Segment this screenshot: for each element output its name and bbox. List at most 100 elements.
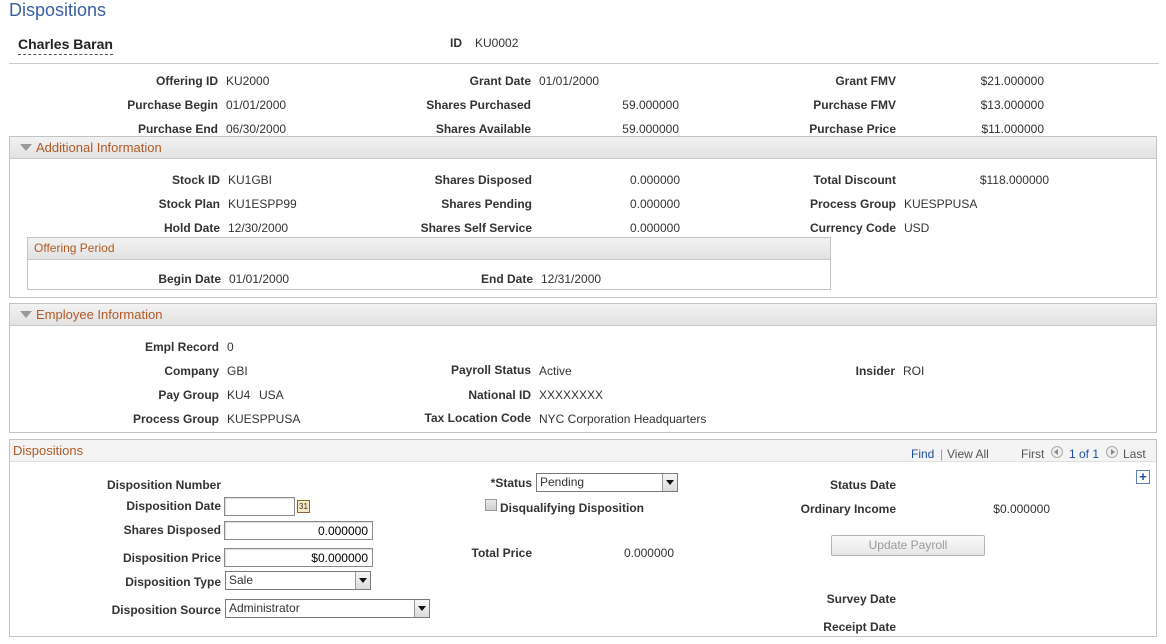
employee-process-group-value: KUESPPUSA bbox=[227, 412, 301, 426]
company-value: GBI bbox=[227, 364, 248, 378]
shares-purchased-label: Shares Purchased bbox=[426, 98, 531, 112]
grant-date-label: Grant Date bbox=[469, 74, 531, 88]
tax-location-label: Tax Location Code bbox=[424, 411, 531, 425]
header-divider bbox=[9, 63, 1159, 64]
stock-plan-value: KU1ESPP99 bbox=[228, 197, 297, 211]
purchase-price-value: $11.000000 bbox=[981, 122, 1044, 136]
purchase-begin-label: Purchase Begin bbox=[127, 98, 218, 112]
total-price-value: 0.000000 bbox=[623, 546, 674, 560]
process-group-label: Process Group bbox=[809, 197, 896, 211]
disposition-type-value: Sale bbox=[229, 573, 254, 587]
insider-label: Insider bbox=[855, 364, 895, 378]
chevron-down-icon[interactable] bbox=[355, 572, 370, 589]
purchase-begin-value: 01/01/2000 bbox=[226, 98, 287, 112]
total-discount-label: Total Discount bbox=[813, 173, 896, 187]
previous-icon[interactable] bbox=[1051, 446, 1063, 458]
shares-available-value: 59.000000 bbox=[622, 122, 679, 136]
empl-record-value: 0 bbox=[227, 340, 234, 354]
additional-information-header[interactable]: Additional Information bbox=[10, 137, 1156, 159]
purchase-price-label: Purchase Price bbox=[809, 122, 896, 136]
plus-icon[interactable]: + bbox=[1136, 470, 1150, 484]
purchase-fmv-label: Purchase FMV bbox=[813, 98, 896, 112]
status-value: Pending bbox=[540, 475, 585, 489]
offering-period-header: Offering Period bbox=[28, 238, 830, 260]
page-title: Dispositions bbox=[9, 0, 107, 20]
employee-process-group-label: Process Group bbox=[132, 412, 219, 426]
stock-id-label: Stock ID bbox=[171, 173, 220, 187]
pay-group-label: Pay Group bbox=[158, 388, 219, 402]
next-icon[interactable] bbox=[1106, 446, 1118, 458]
shares-self-service-value: 0.000000 bbox=[629, 221, 680, 235]
purchase-fmv-value: $13.000000 bbox=[980, 98, 1044, 112]
insider-value: ROI bbox=[903, 364, 925, 378]
tax-location-value: NYC Corporation Headquarters bbox=[539, 412, 707, 426]
dispositions-title: Dispositions bbox=[13, 443, 84, 458]
survey-date-label: Survey Date bbox=[826, 592, 896, 606]
last-link[interactable]: Last bbox=[1123, 447, 1146, 461]
disposition-type-select[interactable]: Sale bbox=[225, 571, 371, 590]
pay-group-country: USA bbox=[259, 388, 284, 402]
first-link[interactable]: First bbox=[1021, 447, 1044, 461]
status-select[interactable]: Pending bbox=[536, 473, 678, 492]
shares-disposed-value: 0.000000 bbox=[629, 173, 680, 187]
process-group-value: KUESPPUSA bbox=[904, 197, 978, 211]
update-payroll-button[interactable]: Update Payroll bbox=[831, 535, 985, 556]
currency-code-value: USD bbox=[904, 221, 930, 235]
disposition-price-input[interactable] bbox=[224, 548, 373, 567]
shares-self-service-label: Shares Self Service bbox=[420, 221, 532, 235]
disposition-price-label: Disposition Price bbox=[122, 551, 221, 565]
disposition-date-input[interactable] bbox=[224, 497, 295, 516]
view-all-link[interactable]: View All bbox=[947, 447, 989, 461]
shares-disposed-field-label: Shares Disposed bbox=[123, 523, 221, 537]
disposition-source-select[interactable]: Administrator bbox=[225, 599, 430, 618]
status-label: *Status bbox=[490, 476, 532, 490]
grant-fmv-label: Grant FMV bbox=[835, 74, 896, 88]
hold-date-value: 12/30/2000 bbox=[228, 221, 289, 235]
employee-information-title[interactable]: Employee Information bbox=[36, 307, 162, 322]
find-link[interactable]: Find bbox=[911, 447, 934, 461]
shares-disposed-input[interactable] bbox=[224, 521, 373, 540]
calendar-icon[interactable]: 31 bbox=[297, 500, 310, 513]
grant-fmv-value: $21.000000 bbox=[980, 74, 1044, 88]
disposition-date-label: Disposition Date bbox=[126, 499, 221, 513]
employee-id-label: ID bbox=[450, 36, 462, 50]
national-id-value: XXXXXXXX bbox=[539, 388, 604, 402]
total-price-label: Total Price bbox=[471, 546, 532, 560]
triangle-down-icon[interactable] bbox=[20, 311, 32, 318]
total-discount-value: $118.000000 bbox=[979, 173, 1049, 187]
stock-plan-label: Stock Plan bbox=[158, 197, 220, 211]
purchase-end-label: Purchase End bbox=[137, 122, 218, 136]
disposition-type-label: Disposition Type bbox=[125, 575, 221, 589]
grant-date-value: 01/01/2000 bbox=[539, 74, 600, 88]
stock-id-value: KU1GBI bbox=[228, 173, 273, 187]
shares-purchased-value: 59.000000 bbox=[622, 98, 679, 112]
offering-period-title: Offering Period bbox=[34, 241, 115, 255]
disqualifying-checkbox[interactable] bbox=[485, 499, 497, 511]
disposition-source-label: Disposition Source bbox=[111, 603, 221, 617]
disposition-source-value: Administrator bbox=[229, 601, 300, 615]
employee-id-value: KU0002 bbox=[475, 36, 519, 50]
begin-date-label: Begin Date bbox=[158, 272, 221, 286]
ordinary-income-label: Ordinary Income bbox=[800, 502, 896, 516]
nav-separator: | bbox=[940, 447, 944, 461]
employee-information-header[interactable]: Employee Information bbox=[10, 304, 1156, 326]
triangle-down-icon[interactable] bbox=[20, 144, 32, 151]
ordinary-income-value: $0.000000 bbox=[993, 502, 1050, 516]
additional-information-title[interactable]: Additional Information bbox=[36, 140, 162, 155]
offering-id-value: KU2000 bbox=[226, 74, 270, 88]
payroll-status-value: Active bbox=[539, 364, 572, 378]
begin-date-value: 01/01/2000 bbox=[229, 272, 290, 286]
shares-pending-value: 0.000000 bbox=[629, 197, 680, 211]
receipt-date-label: Receipt Date bbox=[823, 620, 896, 634]
end-date-label: End Date bbox=[480, 272, 533, 286]
offering-id-label: Offering ID bbox=[156, 74, 218, 88]
pay-group-value: KU4 bbox=[227, 388, 251, 402]
hold-date-label: Hold Date bbox=[163, 221, 220, 235]
national-id-label: National ID bbox=[468, 388, 531, 402]
chevron-down-icon[interactable] bbox=[414, 600, 429, 617]
disposition-number-label: Disposition Number bbox=[106, 478, 221, 492]
chevron-down-icon[interactable] bbox=[662, 474, 677, 491]
shares-pending-label: Shares Pending bbox=[441, 197, 532, 211]
row-range: 1 of 1 bbox=[1069, 447, 1100, 461]
end-date-value: 12/31/2000 bbox=[541, 272, 602, 286]
